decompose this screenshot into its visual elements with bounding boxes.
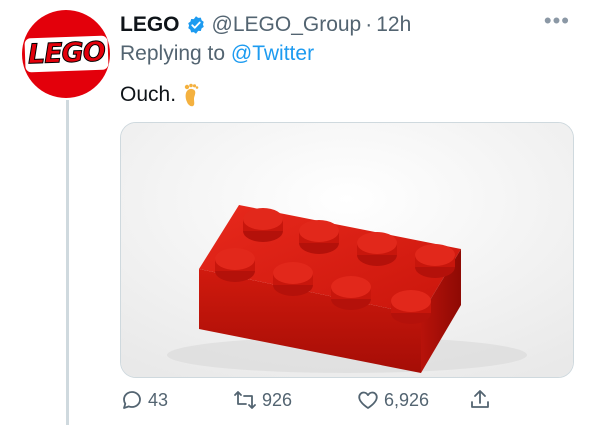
lego-logo: LEGO	[24, 35, 108, 73]
foot-icon	[182, 82, 200, 108]
reply-mention-link[interactable]: @Twitter	[231, 42, 314, 65]
tweet-actions: 43 926 6,926	[120, 388, 500, 418]
author-name[interactable]: LEGO	[120, 13, 180, 37]
verified-badge-icon	[186, 15, 206, 35]
lego-logo-text: LEGO	[27, 36, 106, 71]
reply-count: 43	[148, 389, 169, 410]
author-handle[interactable]: @LEGO_Group	[212, 13, 362, 37]
tweet-media[interactable]	[120, 122, 574, 378]
avatar[interactable]: LEGO	[22, 10, 110, 98]
thread-line	[66, 100, 69, 425]
share-button[interactable]	[468, 388, 496, 412]
replying-to-label: Replying to	[120, 42, 226, 65]
retweet-button[interactable]: 926	[232, 388, 292, 412]
retweet-count: 926	[262, 389, 293, 410]
share-icon	[471, 390, 489, 408]
tweet-body: Ouch.	[120, 83, 177, 106]
header-separator: ·	[365, 13, 373, 36]
more-options-icon[interactable]: •••	[544, 8, 570, 34]
reply-button[interactable]: 43	[120, 388, 168, 412]
tweet-header: LEGO @LEGO_Group · 12h	[120, 10, 570, 40]
tweet-timestamp[interactable]: 12h	[376, 13, 411, 37]
tweet-text: Ouch.	[120, 82, 200, 108]
retweet-icon	[234, 391, 256, 409]
red-lego-brick-image	[121, 123, 573, 377]
heart-icon	[358, 391, 378, 409]
reply-icon	[123, 391, 141, 409]
like-count: 6,926	[384, 389, 430, 410]
like-button[interactable]: 6,926	[356, 388, 429, 412]
replying-to: Replying to @Twitter	[120, 42, 314, 66]
